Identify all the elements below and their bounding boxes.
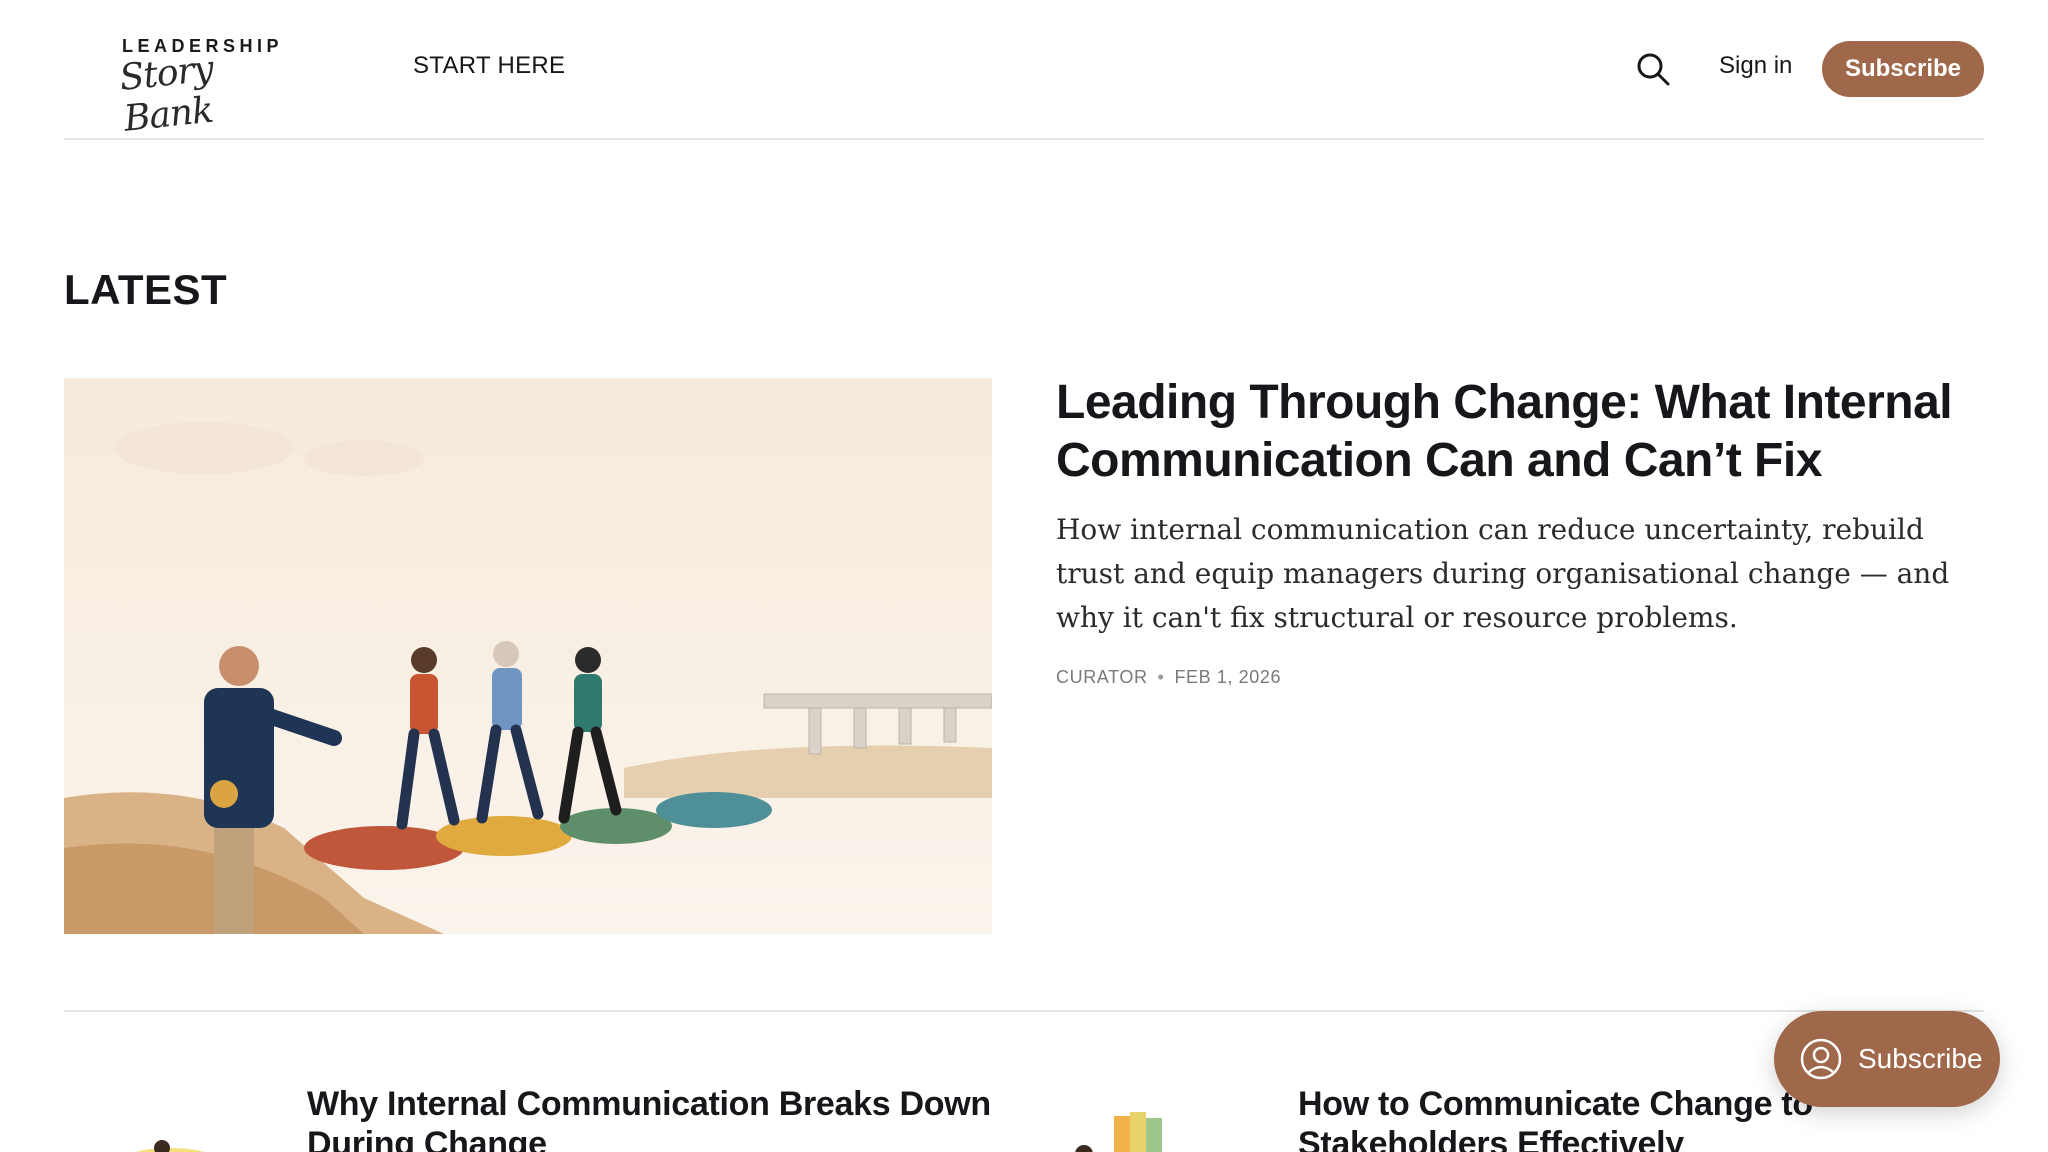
- featured-excerpt: How internal communication can reduce un…: [1056, 513, 1950, 634]
- sign-in-link[interactable]: Sign in: [1719, 52, 1792, 80]
- section-divider: [64, 1010, 1984, 1012]
- logo-script: Story Bank: [117, 48, 215, 140]
- author-name[interactable]: CURATOR: [1056, 667, 1148, 688]
- nav-start-here[interactable]: START HERE: [413, 52, 565, 80]
- featured-image[interactable]: [64, 378, 992, 934]
- subscribe-button[interactable]: Subscribe: [1822, 41, 1984, 97]
- card-title[interactable]: How to Communicate Change to Stakeholder…: [1298, 1084, 1858, 1152]
- featured-meta: CURATOR • FEB 1, 2026: [1056, 667, 1281, 688]
- site-header: LEADERSHIP Story Bank START HERE Sign in…: [64, 0, 1984, 140]
- site-logo[interactable]: LEADERSHIP Story Bank: [118, 34, 282, 140]
- card-thumbnail[interactable]: [1054, 1090, 1204, 1152]
- meta-separator: •: [1157, 667, 1165, 687]
- card-title[interactable]: Why Internal Communication Breaks Down D…: [307, 1084, 1027, 1152]
- search-icon[interactable]: [1634, 50, 1674, 90]
- featured-title[interactable]: Leading Through Change: What Internal Co…: [1056, 374, 1956, 490]
- section-heading-latest: LATEST: [64, 266, 228, 313]
- card-thumbnail[interactable]: [110, 1090, 260, 1152]
- publish-date: FEB 1, 2026: [1174, 667, 1282, 687]
- page: LEADERSHIP Story Bank START HERE Sign in…: [0, 0, 2048, 1152]
- floating-subscribe-label: Subscribe: [1858, 1043, 1983, 1074]
- user-icon: [1800, 1038, 1842, 1080]
- floating-subscribe-button[interactable]: Subscribe: [1774, 1011, 2000, 1107]
